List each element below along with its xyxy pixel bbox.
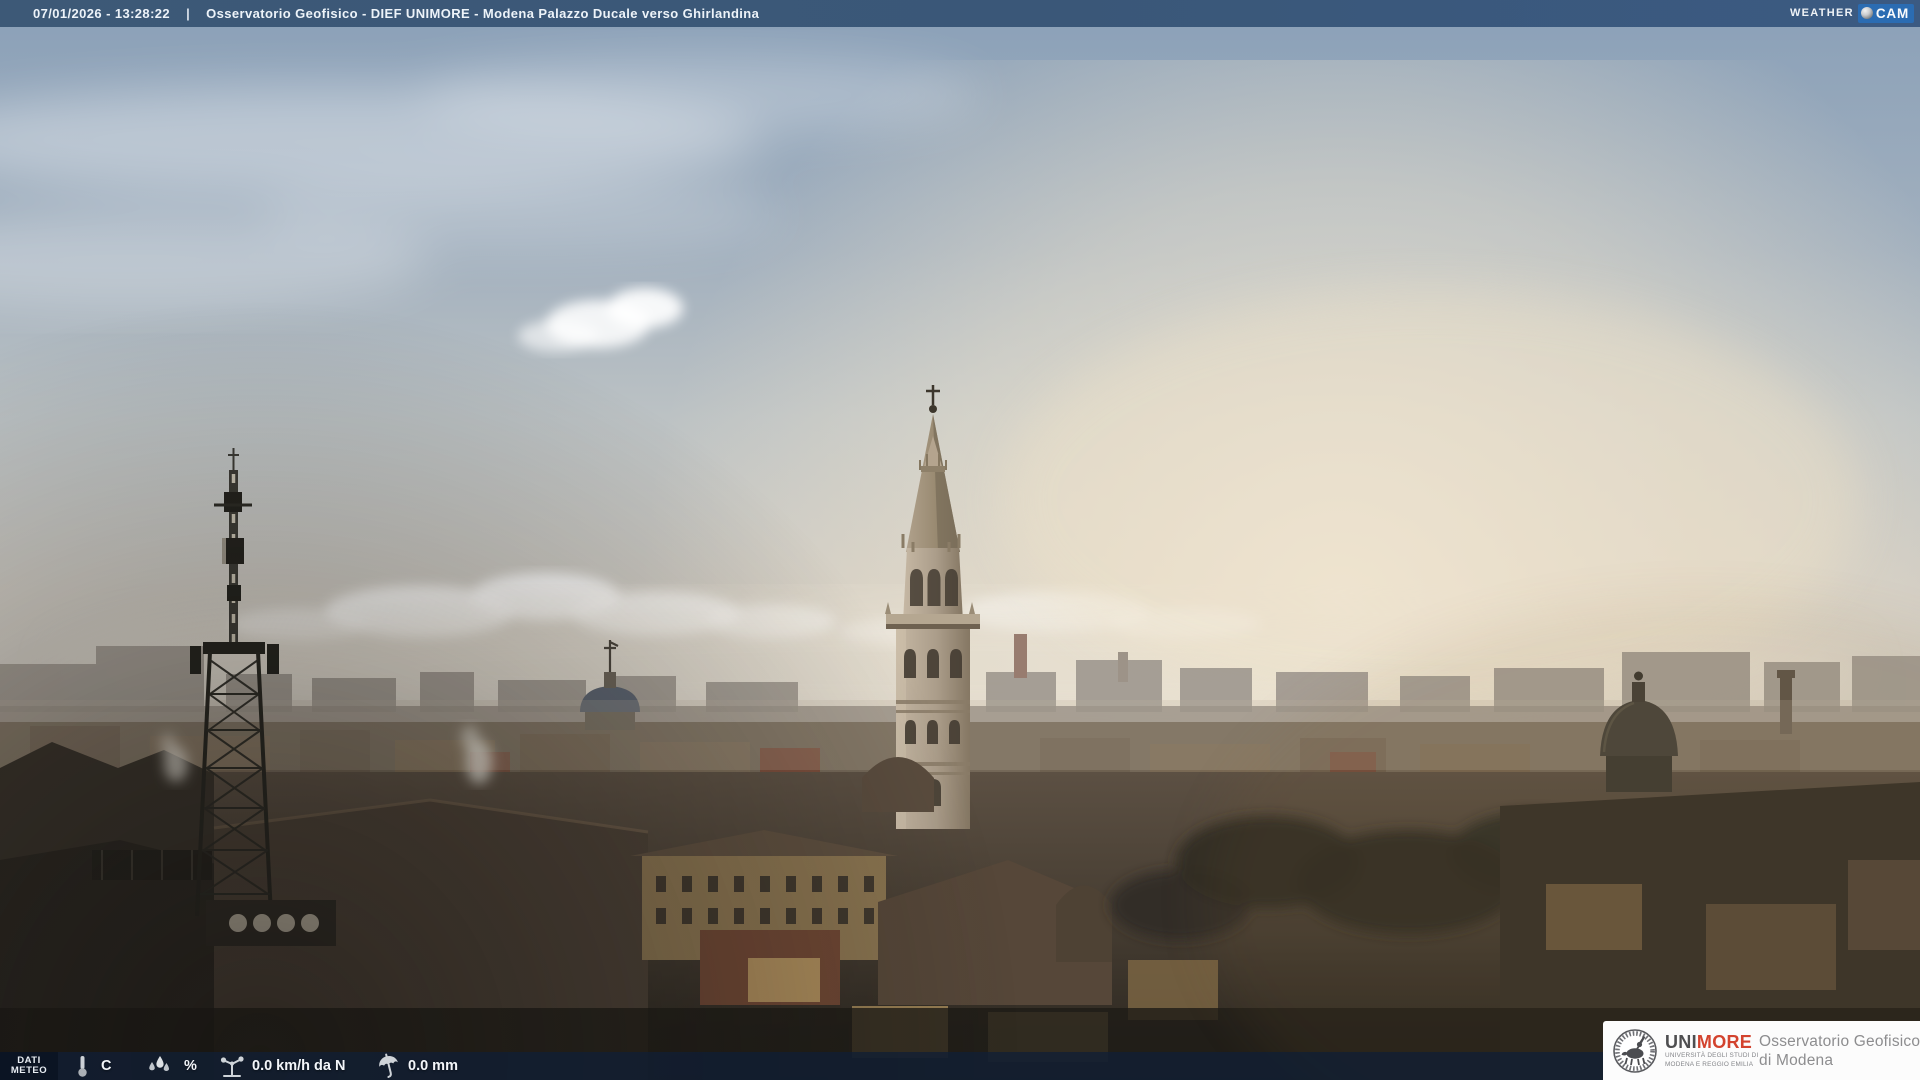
timestamp: 07/01/2026 - 13:28:22 [33, 6, 171, 21]
anemometer-icon [220, 1056, 244, 1077]
thermometer-icon [78, 1056, 87, 1077]
dati-meteo-label: DATI METEO [0, 1052, 58, 1080]
humidity-unit: % [184, 1058, 197, 1074]
unimore-brand: UNIMORE UNIVERSITÀ DEGLI STUDI DI MODENA… [1665, 1031, 1759, 1068]
unimore-subtitle-line1: UNIVERSITÀ DEGLI STUDI DI [1665, 1051, 1759, 1059]
humidity-metric: % [146, 1052, 197, 1080]
umbrella-icon [379, 1053, 398, 1078]
weathercam-logo: WEATHER CAM [1790, 3, 1914, 23]
unimore-seal-icon [1613, 1028, 1657, 1073]
observatory-name: Osservatorio Geofisico di Modena [1759, 1032, 1920, 1070]
weathercam-weather-text: WEATHER [1789, 7, 1854, 19]
webcam-view: 07/01/2026 - 13:28:22 | Osservatorio Geo… [0, 0, 1920, 1080]
wind-metric: 0.0 km/h da N [219, 1052, 345, 1080]
unimore-subtitle-line2: MODENA E REGGIO EMILIA [1665, 1060, 1754, 1068]
humidity-drops-icon [149, 1056, 169, 1071]
unimore-wordmark: UNIMORE [1665, 1031, 1753, 1052]
wind-value: 0.0 km/h da N [252, 1058, 346, 1074]
temperature-metric: C [76, 1052, 111, 1080]
unimore-more-text: MORE [1696, 1031, 1753, 1052]
dati-label-line2: METEO [10, 1065, 48, 1076]
city-panorama-photo [0, 0, 1920, 1080]
unimore-uni-text: UNI [1665, 1031, 1697, 1052]
separator: | [186, 6, 191, 21]
weathercam-cam-text: CAM [1875, 5, 1909, 21]
temperature-unit: C [101, 1058, 112, 1074]
globe-icon [1860, 7, 1873, 19]
rain-metric: 0.0 mm [377, 1052, 458, 1080]
observatory-name-line2: di Modena [1759, 1051, 1834, 1069]
rain-value: 0.0 mm [408, 1058, 458, 1074]
observatory-name-line1: Osservatorio Geofisico [1759, 1032, 1920, 1050]
camera-title: Osservatorio Geofisico - DIEF UNIMORE - … [206, 6, 760, 21]
unimore-credit-box: UNIMORE UNIVERSITÀ DEGLI STUDI DI MODENA… [1603, 1021, 1920, 1080]
weathercam-badge: CAM [1857, 3, 1914, 23]
top-info-bar: 07/01/2026 - 13:28:22 | Osservatorio Geo… [0, 0, 1920, 27]
